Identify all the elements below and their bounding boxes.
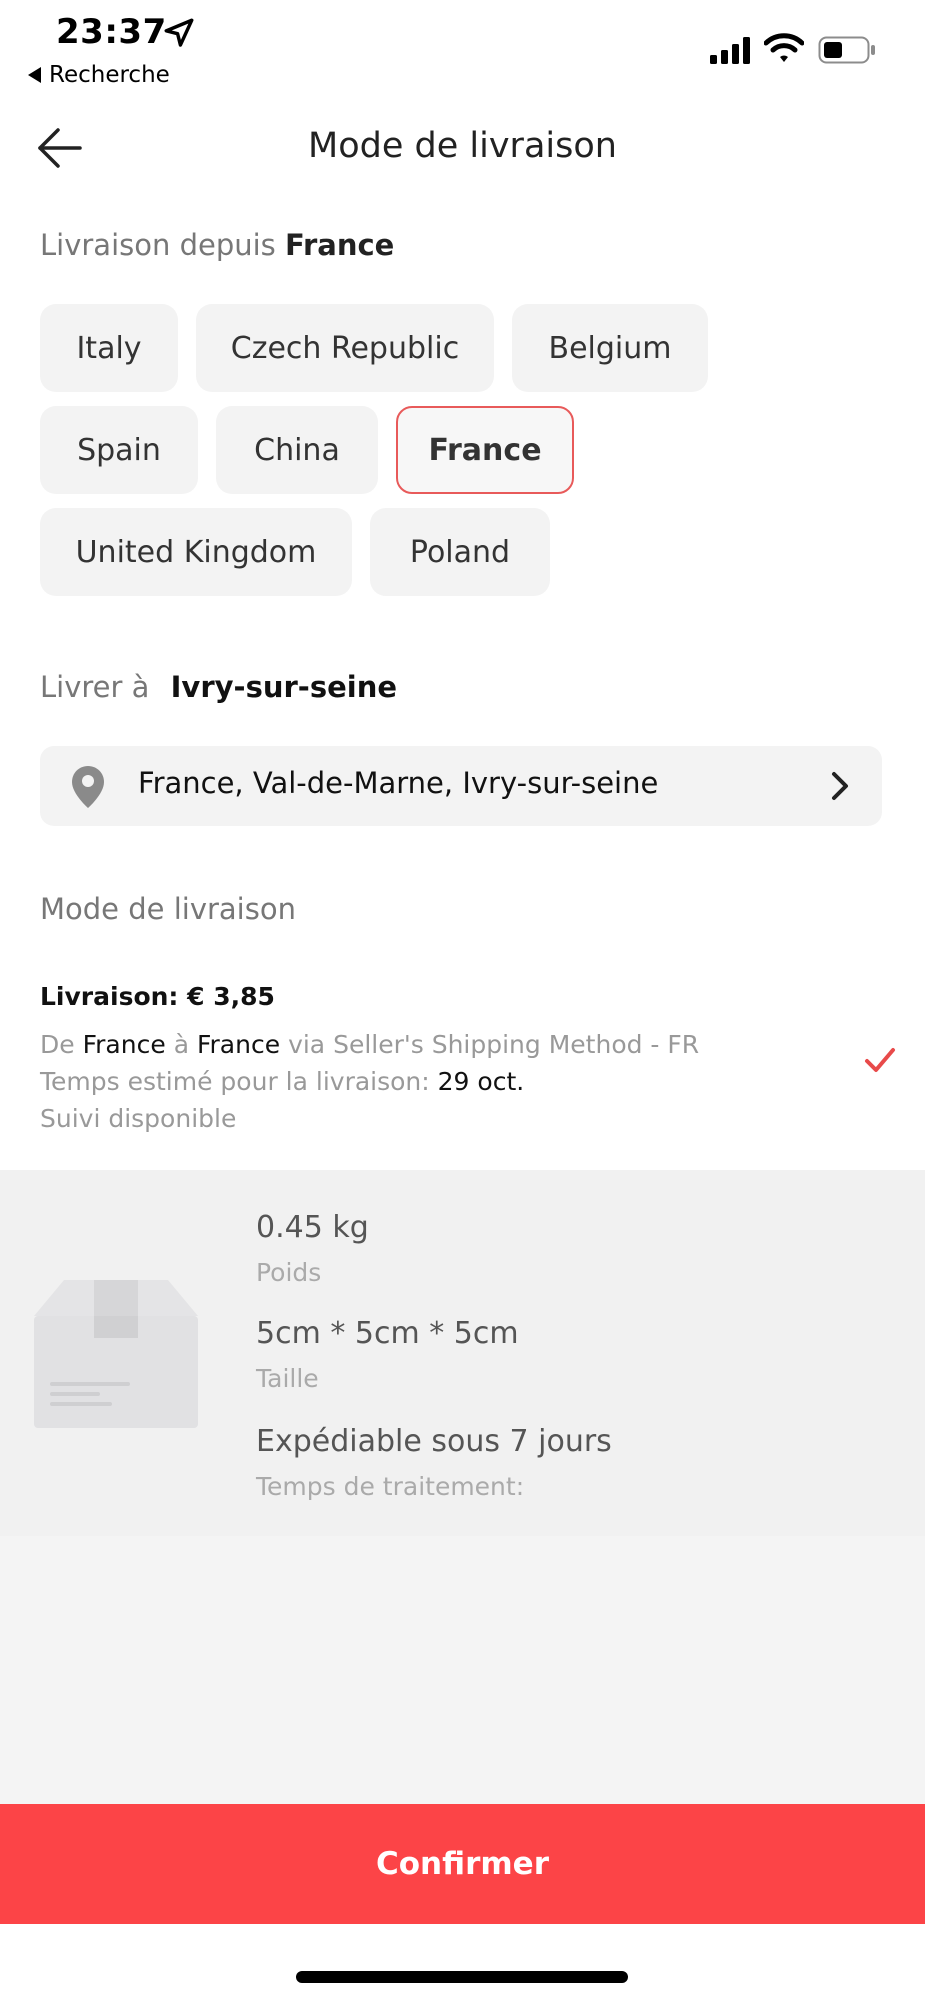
home-indicator[interactable] xyxy=(296,1971,628,1983)
country-chip-czech-republic[interactable]: Czech Republic xyxy=(196,304,494,392)
package-size-value: 5cm * 5cm * 5cm xyxy=(256,1316,519,1351)
top-navigation-bar: Mode de livraison xyxy=(0,100,925,200)
country-chip-france[interactable]: France xyxy=(396,406,574,494)
route-from-country: France xyxy=(82,1030,166,1059)
route-from-prefix: De xyxy=(40,1030,75,1059)
wifi-icon xyxy=(764,33,804,62)
back-to-app-link[interactable]: Recherche xyxy=(28,62,170,88)
delivery-address-text: France, Val-de-Marne, Ivry-sur-seine xyxy=(138,766,659,800)
route-via: via Seller's Shipping Method - FR xyxy=(288,1030,700,1059)
tracking-available: Suivi disponible xyxy=(40,1104,237,1133)
confirm-button[interactable]: Confirmer xyxy=(0,1804,925,1924)
deliver-to-city: Ivry-sur-seine xyxy=(170,670,398,704)
bottom-safe-area xyxy=(0,1924,925,2000)
route-to-word: à xyxy=(173,1030,190,1059)
delivery-address-selector[interactable]: France, Val-de-Marne, Ivry-sur-seine xyxy=(40,746,882,826)
battery-icon xyxy=(818,36,875,64)
shipping-method-section-label: Mode de livraison xyxy=(40,892,296,926)
route-to-country: France xyxy=(196,1030,281,1059)
page-title: Mode de livraison xyxy=(308,126,617,166)
shipping-option-selected[interactable]: Livraison: € 3,85 De France à France via… xyxy=(0,960,925,1140)
package-weight-label: Poids xyxy=(256,1258,322,1287)
country-chip-united-kingdom[interactable]: United Kingdom xyxy=(40,508,352,596)
package-size-label: Taille xyxy=(256,1364,319,1393)
package-processing-value: Expédiable sous 7 jours xyxy=(256,1424,612,1459)
country-chip-italy[interactable]: Italy xyxy=(40,304,178,392)
status-bar: 23:37 Recherche xyxy=(0,0,925,100)
package-processing-label: Temps de traitement: xyxy=(256,1472,525,1501)
package-info-panel: 0.45 kg Poids 5cm * 5cm * 5cm Taille Exp… xyxy=(0,1170,925,1536)
deliver-to-label: Livrer à xyxy=(40,670,150,704)
back-triangle-icon xyxy=(28,67,41,83)
deliver-to-heading: Livrer à Ivry-sur-seine xyxy=(40,670,397,704)
package-weight-value: 0.45 kg xyxy=(256,1210,369,1245)
checkmark-icon xyxy=(865,1048,895,1072)
chevron-right-icon xyxy=(832,772,848,800)
empty-content-area xyxy=(0,1536,925,1804)
shipping-eta: Temps estimé pour la livraison: 29 oct. xyxy=(40,1067,524,1096)
package-box-icon xyxy=(34,1280,198,1428)
back-app-label: Recherche xyxy=(49,62,170,88)
country-chip-spain[interactable]: Spain xyxy=(40,406,198,494)
ship-from-selected: France xyxy=(285,228,395,262)
shipping-route: De France à France via Seller's Shipping… xyxy=(40,1030,699,1059)
shipping-price: Livraison: € 3,85 xyxy=(40,982,275,1011)
map-pin-icon xyxy=(72,766,104,808)
country-chip-china[interactable]: China xyxy=(216,406,378,494)
status-time: 23:37 xyxy=(56,12,167,52)
ship-from-label: Livraison depuis xyxy=(40,228,276,262)
eta-label: Temps estimé pour la livraison: xyxy=(40,1067,430,1096)
country-chip-poland[interactable]: Poland xyxy=(370,508,550,596)
ship-from-heading: Livraison depuis France xyxy=(40,228,394,262)
signal-icon xyxy=(710,37,750,64)
location-arrow-icon xyxy=(164,18,194,47)
country-chip-belgium[interactable]: Belgium xyxy=(512,304,708,392)
eta-value: 29 oct. xyxy=(437,1067,525,1096)
